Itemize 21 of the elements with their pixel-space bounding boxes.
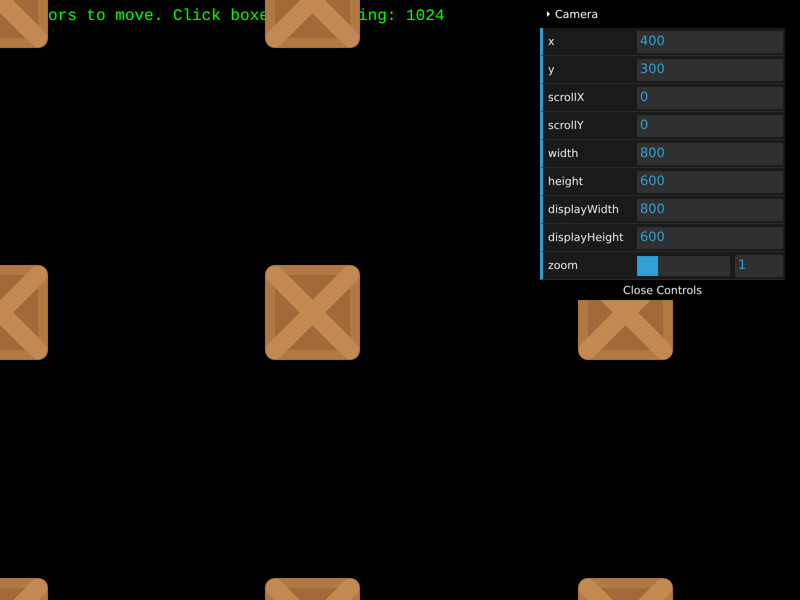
number-field[interactable]: 1 [735,254,783,276]
control-label: displayWidth [547,203,620,216]
slider-track[interactable] [637,256,730,276]
number-field[interactable]: 400 [637,30,783,52]
number-field[interactable]: 0 [637,114,783,136]
number-field[interactable]: 800 [637,198,783,220]
control-label: height [547,175,584,188]
control-label: displayHeight [547,231,624,244]
control-label: scrollX [547,91,586,104]
instruction-text: ing: 1024 [358,7,444,25]
triangle-icon [547,11,550,17]
control-label: width [547,147,580,160]
control-label: zoom [547,259,579,272]
number-field[interactable]: 300 [637,58,783,80]
control-label: y [547,63,556,76]
control-label: scrollY [547,119,585,132]
number-field[interactable]: 800 [637,142,783,164]
number-field[interactable]: 0 [637,86,783,108]
number-field[interactable]: 600 [637,170,783,192]
control-label: x [547,35,556,48]
number-field[interactable]: 600 [637,226,783,248]
